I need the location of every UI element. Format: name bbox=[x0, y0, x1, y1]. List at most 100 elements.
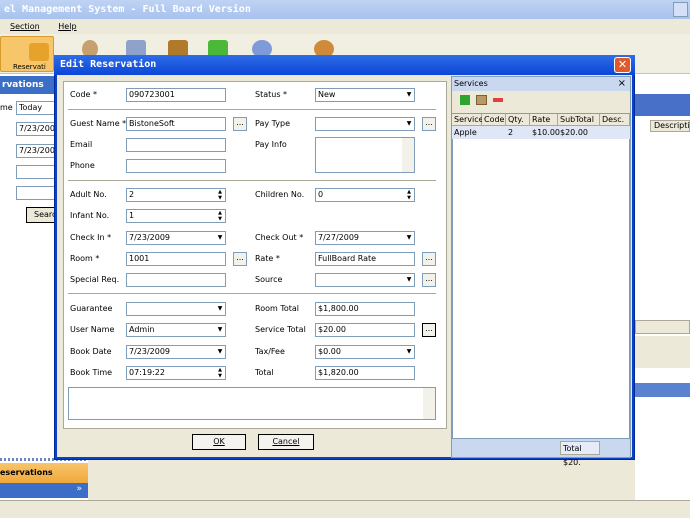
infant-no-value: 1 bbox=[129, 211, 135, 220]
spin-icon[interactable]: ▲ ▼ bbox=[404, 189, 414, 201]
book-date-field[interactable]: 7/23/2009 ▼ bbox=[126, 345, 226, 359]
book-time-value: 07:19:22 bbox=[129, 368, 165, 377]
remove-service-icon[interactable] bbox=[493, 98, 503, 102]
pay-type-select[interactable]: ▼ bbox=[315, 117, 415, 131]
book-time-label: Book Time bbox=[70, 368, 113, 377]
dialog-close-button[interactable]: ✕ bbox=[614, 57, 631, 73]
code-label: Code * bbox=[70, 90, 98, 99]
window-title: el Management System - Full Board Versio… bbox=[4, 4, 251, 15]
minimize-button[interactable] bbox=[673, 2, 688, 17]
pay-info-label: Pay Info bbox=[255, 140, 287, 149]
start-date-field[interactable]: 7/23/2009 bbox=[16, 122, 60, 136]
adult-no-stepper[interactable]: 2 ▲ ▼ bbox=[126, 188, 226, 202]
col-subtotal[interactable]: SubTotal bbox=[558, 114, 600, 126]
filter-field-2[interactable] bbox=[16, 186, 58, 200]
infant-no-label: Infant No. bbox=[70, 211, 110, 220]
spin-icon[interactable]: ▲ ▼ bbox=[215, 189, 225, 201]
notes-textarea[interactable] bbox=[68, 387, 436, 420]
code-field[interactable]: 090723001 bbox=[126, 88, 226, 102]
col-code[interactable]: Code bbox=[482, 114, 506, 126]
room-lookup-button[interactable]: ... bbox=[233, 252, 247, 266]
service-lookup-button[interactable]: ... bbox=[422, 323, 436, 337]
service-total-field[interactable]: $20.00 bbox=[315, 323, 415, 337]
divider bbox=[68, 180, 436, 181]
phone-label: Phone bbox=[70, 161, 95, 170]
chevron-down-icon[interactable]: ▼ bbox=[404, 89, 414, 101]
ok-button[interactable]: OK bbox=[192, 434, 246, 450]
services-close-icon[interactable]: × bbox=[618, 77, 626, 91]
tax-fee-label: Tax/Fee bbox=[255, 347, 285, 356]
children-no-stepper[interactable]: 0 ▲ ▼ bbox=[315, 188, 415, 202]
children-no-value: 0 bbox=[318, 190, 324, 199]
status-select[interactable]: New ▼ bbox=[315, 88, 415, 102]
col-qty[interactable]: Qty. bbox=[506, 114, 530, 126]
chevron-down-icon[interactable]: ▼ bbox=[404, 346, 414, 358]
tax-fee-select[interactable]: $0.00 ▼ bbox=[315, 345, 415, 359]
period-select[interactable]: Today bbox=[16, 101, 58, 115]
cell-service: Apple bbox=[454, 128, 477, 137]
chevron-down-icon[interactable]: ▼ bbox=[404, 118, 414, 130]
chevron-down-icon[interactable]: ▼ bbox=[215, 303, 225, 315]
email-field[interactable] bbox=[126, 138, 226, 152]
source-select[interactable]: ▼ bbox=[315, 273, 415, 287]
check-out-date[interactable]: 7/27/2009 ▼ bbox=[315, 231, 415, 245]
room-label: Room * bbox=[70, 254, 100, 263]
total-field[interactable]: $1,820.00 bbox=[315, 366, 415, 380]
user-name-label: User Name bbox=[70, 325, 115, 334]
add-service-icon[interactable] bbox=[460, 95, 470, 105]
end-date-field[interactable]: 7/23/2009 bbox=[16, 144, 60, 158]
main-grid-background bbox=[635, 74, 690, 500]
chevron-down-icon[interactable]: ▼ bbox=[404, 274, 414, 286]
special-req-field[interactable] bbox=[126, 273, 226, 287]
main-grid-footer bbox=[635, 320, 690, 334]
cancel-button[interactable]: Cancel bbox=[258, 434, 314, 450]
edit-service-icon[interactable] bbox=[476, 95, 487, 105]
menu-help[interactable]: Help bbox=[58, 22, 76, 31]
left-pane-me-label: me bbox=[0, 103, 13, 112]
reservation-toolbar-button[interactable]: Reservati bbox=[0, 36, 54, 72]
filter-field-1[interactable] bbox=[16, 165, 58, 179]
rate-lookup-button[interactable]: ... bbox=[422, 252, 436, 266]
services-title: Services bbox=[454, 79, 488, 88]
guest-lookup-button[interactable]: ... bbox=[233, 117, 247, 131]
room-field[interactable]: 1001 bbox=[126, 252, 226, 266]
guest-name-field[interactable]: BistoneSoft bbox=[126, 117, 226, 131]
source-lookup-button[interactable]: ... bbox=[422, 273, 436, 287]
service-total-label: Service Total bbox=[255, 325, 306, 334]
col-service[interactable]: Service bbox=[452, 114, 484, 126]
left-pane-header: rvations bbox=[0, 76, 55, 94]
guarantee-select[interactable]: ▼ bbox=[126, 302, 226, 316]
book-date-label: Book Date bbox=[70, 347, 112, 356]
window-title-bar: el Management System - Full Board Versio… bbox=[0, 0, 690, 19]
chevron-down-icon[interactable]: ▼ bbox=[215, 324, 225, 336]
reservations-nav-tab[interactable]: eservations bbox=[0, 463, 88, 483]
phone-field[interactable] bbox=[126, 159, 226, 173]
col-desc[interactable]: Desc. bbox=[600, 114, 630, 126]
scrollbar[interactable] bbox=[423, 388, 435, 419]
rate-field[interactable]: FullBoard Rate bbox=[315, 252, 415, 266]
book-time-stepper[interactable]: 07:19:22 ▲ ▼ bbox=[126, 366, 226, 380]
search-button[interactable]: Searc bbox=[26, 207, 56, 223]
col-rate[interactable]: Rate bbox=[530, 114, 558, 126]
expand-nav-button[interactable]: » bbox=[0, 483, 88, 498]
chevron-down-icon[interactable]: ▼ bbox=[215, 346, 225, 358]
guarantee-label: Guarantee bbox=[70, 304, 113, 313]
check-in-date[interactable]: 7/23/2009 ▼ bbox=[126, 231, 226, 245]
spin-icon[interactable]: ▲ ▼ bbox=[215, 367, 225, 379]
description-column-header[interactable]: Descriptio bbox=[650, 120, 690, 132]
chevron-down-icon[interactable]: ▼ bbox=[215, 232, 225, 244]
check-in-label: Check In * bbox=[70, 233, 112, 242]
room-total-field[interactable]: $1,800.00 bbox=[315, 302, 415, 316]
pay-type-lookup-button[interactable]: ... bbox=[422, 117, 436, 131]
cell-subtotal: $20.00 bbox=[560, 128, 588, 137]
menu-bar: Section Help bbox=[0, 19, 690, 34]
spin-icon[interactable]: ▲ ▼ bbox=[215, 210, 225, 222]
email-label: Email bbox=[70, 140, 93, 149]
pay-info-textarea[interactable] bbox=[315, 137, 415, 173]
scrollbar[interactable] bbox=[402, 138, 414, 172]
infant-no-stepper[interactable]: 1 ▲ ▼ bbox=[126, 209, 226, 223]
adult-no-label: Adult No. bbox=[70, 190, 107, 199]
menu-section[interactable]: Section bbox=[10, 22, 40, 31]
chevron-down-icon[interactable]: ▼ bbox=[404, 232, 414, 244]
user-name-select[interactable]: Admin ▼ bbox=[126, 323, 226, 337]
